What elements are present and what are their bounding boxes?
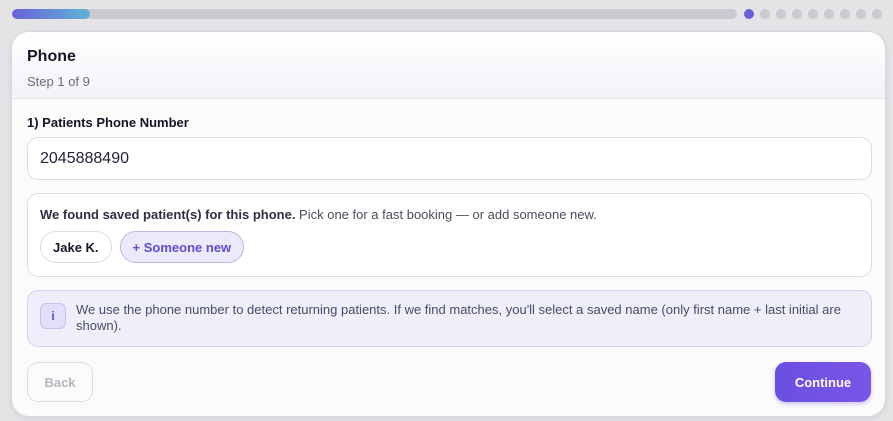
step-dot-7 [840, 9, 850, 19]
info-notice: i We use the phone number to detect retu… [27, 290, 872, 347]
step-dot-5 [808, 9, 818, 19]
patient-chips: Jake K. + Someone new [40, 231, 859, 263]
card-header: Phone Step 1 of 9 [12, 32, 885, 99]
step-dot-3 [776, 9, 786, 19]
step-dots [744, 9, 882, 19]
phone-field-label: 1) Patients Phone Number [27, 115, 189, 130]
step-dot-2 [760, 9, 770, 19]
patient-chip[interactable]: Jake K. [40, 231, 112, 263]
progress-bar-fill [12, 9, 91, 19]
phone-input[interactable] [27, 137, 872, 180]
add-someone-new-button[interactable]: + Someone new [119, 231, 245, 263]
step-dot-4 [792, 9, 802, 19]
step-indicator: Step 1 of 9 [27, 74, 90, 89]
step-dot-9 [872, 9, 882, 19]
step-dot-6 [824, 9, 834, 19]
step-dot-8 [856, 9, 866, 19]
saved-patients-message-rest: Pick one for a fast booking — or add som… [295, 207, 597, 222]
page-title: Phone [27, 48, 76, 65]
saved-patients-message-bold: We found saved patient(s) for this phone… [40, 207, 296, 222]
continue-button[interactable]: Continue [775, 362, 871, 402]
info-text: We use the phone number to detect return… [76, 302, 841, 333]
booking-card: Phone Step 1 of 9 1) Patients Phone Numb… [11, 31, 886, 417]
saved-patients-message: We found saved patient(s) for this phone… [40, 207, 859, 222]
step-dot-1 [744, 9, 754, 19]
progress-header [12, 9, 882, 19]
info-icon: i [40, 303, 66, 329]
back-button[interactable]: Back [27, 362, 93, 402]
saved-patients-panel: We found saved patient(s) for this phone… [27, 193, 872, 277]
progress-bar [12, 9, 737, 19]
